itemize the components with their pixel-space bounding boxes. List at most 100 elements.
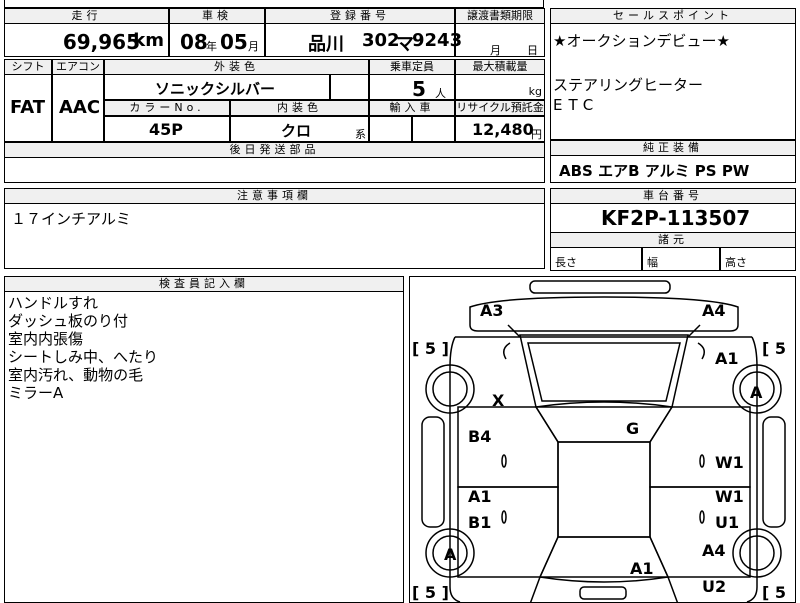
exterior-cell: ソニックシルバー bbox=[104, 74, 330, 100]
registration-cell: 品川 302 マ 9243 bbox=[265, 23, 462, 57]
shift-header: シフト bbox=[4, 59, 52, 75]
registration-region: 品川 bbox=[308, 34, 344, 55]
capacity-unit: 人 bbox=[435, 87, 446, 100]
aircon-value: AAC bbox=[59, 97, 101, 118]
caution-text: １７インチアルミ bbox=[11, 210, 131, 228]
mileage-cell: 69,965 km bbox=[4, 23, 169, 57]
maxload-cell: kg bbox=[455, 74, 545, 100]
damage-mark-g: G bbox=[626, 419, 640, 438]
sales-points-box: ★オークションデビュー★ ステアリングヒーター ETC bbox=[550, 23, 796, 140]
inspector-note: ダッシュ板のり付 bbox=[8, 312, 129, 330]
import-cell-right bbox=[412, 116, 455, 142]
inspector-note: ハンドルすれ bbox=[8, 294, 99, 312]
tread-rl-value: 5 bbox=[424, 583, 437, 602]
damage-mark-a3: A3 bbox=[480, 301, 504, 320]
later-parts-header: 後日発送部品 bbox=[4, 142, 545, 158]
color-no-value: 45P bbox=[149, 120, 183, 139]
tread-front-left: [ 5 ] bbox=[412, 339, 449, 358]
tread-rr-value: 5 bbox=[774, 583, 787, 602]
damage-mark-a-left: A bbox=[444, 545, 457, 564]
width-label: 幅 bbox=[647, 256, 658, 269]
damage-mark-b1: B1 bbox=[468, 513, 492, 532]
caution-cell: １７インチアルミ bbox=[4, 203, 545, 269]
damage-mark-w1-upper: W1 bbox=[715, 453, 744, 472]
car-diagram: A3 A4 A1 A X G B4 W1 A1 W1 B1 U1 A A4 A1… bbox=[409, 276, 796, 603]
inspection-year-unit: 年 bbox=[206, 40, 217, 53]
mileage-unit: km bbox=[133, 30, 164, 51]
inspection-year: 08 bbox=[180, 30, 208, 54]
maxload-header: 最大積載量 bbox=[455, 59, 545, 75]
inspector-header: 検査員記入欄 bbox=[4, 276, 404, 292]
tread-rear-left: [ 5 ] bbox=[412, 583, 449, 602]
tread-fl-value: 5 bbox=[424, 339, 437, 358]
registration-class: 302 bbox=[362, 30, 400, 51]
length-label: 長さ bbox=[555, 256, 577, 269]
damage-mark-u1: U1 bbox=[715, 513, 740, 532]
exterior-sub-cell bbox=[330, 74, 369, 100]
aircon-header: エアコン bbox=[52, 59, 104, 75]
inspection-cell: 08 年 05 月 bbox=[169, 23, 265, 57]
inspector-notes-box: ハンドルすれ ダッシュ板のり付 室内内張傷 シートしみ中、へたり 室内汚れ、動物… bbox=[4, 291, 404, 603]
recycle-value: 12,480 bbox=[472, 120, 534, 139]
shift-cell: FAT bbox=[4, 74, 52, 142]
shift-value: FAT bbox=[10, 97, 46, 118]
recycle-cell: 12,480 円 bbox=[455, 116, 545, 142]
later-parts-cell bbox=[4, 157, 545, 183]
recycle-header: リサイクル預託金 bbox=[455, 100, 545, 116]
transfer-day-unit: 日 bbox=[527, 44, 538, 57]
maxload-unit: kg bbox=[528, 85, 542, 98]
import-header: 輸入車 bbox=[369, 100, 455, 116]
tread-rear-right: [ 5 bbox=[762, 583, 787, 602]
top-cutoff-row bbox=[4, 0, 544, 8]
registration-header: 登録番号 bbox=[265, 8, 455, 24]
capacity-header: 乗車定員 bbox=[369, 59, 455, 75]
sales-point-3: ETC bbox=[553, 96, 600, 114]
mileage-value: 69,965 bbox=[62, 30, 140, 54]
damage-mark-a1-right: A1 bbox=[715, 349, 739, 368]
interior-cell: クロ 系 bbox=[230, 116, 369, 142]
inspection-month: 05 bbox=[220, 30, 248, 54]
exterior-value: ソニックシルバー bbox=[155, 80, 276, 98]
dimensions-width: 幅 bbox=[642, 247, 720, 271]
equipment-items: ABS エアB アルミ PS PW bbox=[559, 162, 750, 180]
recycle-unit: 円 bbox=[531, 128, 542, 141]
exterior-header: 外装色 bbox=[104, 59, 369, 75]
damage-mark-a1-bottom: A1 bbox=[630, 559, 654, 578]
inspection-month-unit: 月 bbox=[248, 40, 259, 53]
equipment-header: 純正装備 bbox=[550, 140, 796, 156]
color-no-header: カラーNo. bbox=[104, 100, 230, 116]
capacity-cell: 5 人 bbox=[369, 74, 455, 101]
damage-mark-x: X bbox=[492, 391, 505, 410]
dimensions-header: 諸元 bbox=[550, 232, 796, 248]
tread-fr-value: 5 bbox=[774, 339, 787, 358]
chassis-cell: KF2P-113507 bbox=[550, 203, 796, 233]
damage-mark-a4-right: A4 bbox=[702, 541, 726, 560]
sales-point-1: ★オークションデビュー★ bbox=[553, 32, 730, 50]
tread-front-right: [ 5 bbox=[762, 339, 787, 358]
mileage-header: 走行 bbox=[4, 8, 169, 24]
equipment-cell: ABS エアB アルミ PS PW bbox=[550, 155, 796, 183]
color-no-cell: 45P bbox=[104, 116, 230, 142]
sales-point-2: ステアリングヒーター bbox=[553, 76, 704, 94]
inspector-note: ミラーA bbox=[8, 384, 64, 402]
dimensions-length: 長さ bbox=[550, 247, 642, 271]
damage-mark-w1-lower: W1 bbox=[715, 487, 744, 506]
caution-header: 注意事項欄 bbox=[4, 188, 545, 204]
chassis-header: 車台番号 bbox=[550, 188, 796, 204]
damage-mark-a4-top: A4 bbox=[702, 301, 726, 320]
height-label: 高さ bbox=[725, 256, 747, 269]
chassis-number: KF2P-113507 bbox=[601, 206, 751, 230]
inspector-note: 室内内張傷 bbox=[8, 330, 84, 348]
damage-mark-u2: U2 bbox=[702, 577, 727, 596]
damage-mark-a1-left: A1 bbox=[468, 487, 492, 506]
capacity-value: 5 bbox=[412, 77, 426, 101]
transfer-cell: 月 日 bbox=[455, 23, 545, 57]
dimensions-height: 高さ bbox=[720, 247, 796, 271]
damage-mark-a-right: A bbox=[750, 383, 763, 402]
inspection-header: 車検 bbox=[169, 8, 265, 24]
interior-header: 内装色 bbox=[230, 100, 369, 116]
transfer-header: 譲渡書類期限 bbox=[455, 8, 545, 24]
inspector-note: 室内汚れ、動物の毛 bbox=[8, 366, 144, 384]
transfer-month-unit: 月 bbox=[490, 44, 501, 57]
aircon-cell: AAC bbox=[52, 74, 104, 142]
